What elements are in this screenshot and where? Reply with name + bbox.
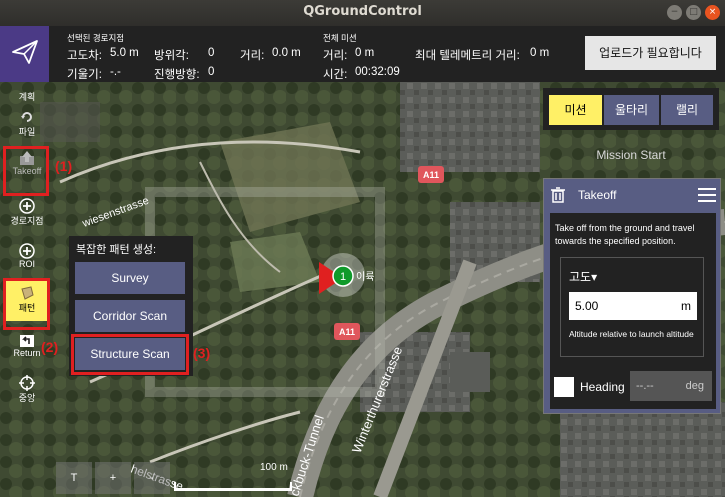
gradient-label: 기울기: [67,69,102,81]
plan-toolbar: 계획 파일 Takeoff 경로지점 ROI 패턴 Return 중앙 [0,82,56,427]
tool-roi-label: ROI [18,259,35,269]
top-toolbar: 선택된 경로지점 고도차: 5.0 m 기울기: -.- 방위각: 0 진행방향… [0,26,725,82]
heading-unit: deg [685,380,704,392]
tool-center-label: 중앙 [18,393,36,403]
map-scale-bar [174,482,292,491]
paper-plane-icon [12,40,38,64]
tool-return-label: Return [13,348,41,358]
close-icon[interactable]: × [705,5,720,20]
distance-label: 거리: [240,50,265,62]
qgc-logo-button[interactable] [0,26,49,82]
max-telemetry-label: 최대 텔레메트리 거리: [415,50,520,62]
altitude-diff-value: 5.0 m [110,47,139,59]
altitude-diff-label: 고도차: [67,50,102,62]
pattern-survey-button[interactable]: Survey [75,262,185,294]
heading-label: Heading [580,380,625,394]
road-badge-a11-top: A11 [418,166,444,183]
total-distance-value: 0 m [355,47,375,59]
road-badge-a11-bottom: A11 [334,323,360,340]
takeoff-description: Take off from the ground and travel towa… [555,223,695,246]
tool-file[interactable]: 파일 [4,109,50,138]
tool-roi[interactable]: ROI [4,243,50,269]
window-titlebar: QGroundControl − □ × [0,0,725,26]
annotation-label-pattern: (2) [41,339,59,355]
takeoff-editor-title: Takeoff [578,188,617,202]
mission-start-item[interactable]: Mission Start [543,148,719,162]
annotation-box-structure-scan [71,334,189,375]
sync-icon [21,112,32,122]
selected-waypoint-label: 선택된 경로지점 [67,33,125,43]
tool-center[interactable]: 중앙 [4,375,50,404]
zoom-in-button[interactable]: + [95,462,131,494]
heading-label: 진행방향: [154,69,200,81]
annotation-label-takeoff: (1) [55,158,73,174]
altitude-input[interactable]: 5.00 m [569,292,697,320]
tab-geofence[interactable]: 울타리 [604,95,659,125]
tab-rally[interactable]: 랠리 [661,95,713,125]
annotation-box-takeoff [3,146,49,196]
altitude-mode-dropdown[interactable]: 고도▾ [569,268,597,285]
marker-label: 이륙 [356,271,374,283]
heading-checkbox[interactable] [554,377,574,397]
map-type-button[interactable]: T [56,462,92,494]
tool-plan[interactable]: 계획 [4,90,50,103]
add-roi-icon [19,243,35,259]
tool-waypoint-label: 경로지점 [10,216,44,226]
heading-value: 0 [208,66,215,78]
total-mission-label: 전체 미션 [323,33,357,43]
maximize-icon[interactable]: □ [686,5,701,20]
takeoff-editor-body: Take off from the ground and travel towa… [550,213,716,409]
altitude-group: 고도▾ 5.00 m Altitude relative to launch a… [560,257,704,357]
altitude-unit: m [681,299,691,313]
altitude-mode-label: 고도 [569,270,592,284]
heading-value: --.-- [636,380,654,392]
trash-icon[interactable] [550,187,566,203]
annotation-label-structure: (3) [193,345,211,361]
minimize-icon[interactable]: − [667,5,682,20]
takeoff-editor-header: Takeoff [544,179,720,211]
gradient-value: -.- [110,66,121,78]
svg-text:A11: A11 [423,170,439,180]
altitude-value: 5.00 [575,299,599,313]
heading-input[interactable]: --.-- deg [630,371,712,401]
azimuth-label: 방위각: [154,50,189,62]
tool-file-label: 파일 [18,127,36,137]
upload-required-button[interactable]: 업로드가 필요합니다 [585,36,716,70]
annotation-box-pattern [3,278,50,330]
tool-plan-label: 계획 [18,92,36,102]
total-distance-label: 거리: [323,50,348,62]
tool-waypoint[interactable]: 경로지점 [4,198,50,227]
dropdown-caret-icon: ▾ [591,270,598,284]
time-label: 시간: [323,69,348,81]
window-title: QGroundControl [303,4,422,19]
pattern-corridor-scan-button[interactable]: Corridor Scan [75,300,185,332]
azimuth-value: 0 [208,47,215,59]
svg-text:A11: A11 [339,327,355,337]
tab-mission[interactable]: 미션 [549,95,602,125]
add-waypoint-icon [19,198,35,214]
return-icon [20,335,34,347]
time-value: 00:32:09 [355,66,400,78]
max-telemetry-value: 0 m [530,47,550,59]
center-target-icon [19,375,35,391]
hamburger-menu-icon[interactable] [698,188,716,202]
altitude-help-text: Altitude relative to launch altitude [569,329,694,339]
plan-type-tabs: 미션 울타리 랠리 [543,88,719,130]
pattern-popup-title: 복잡한 패턴 생성: [76,244,157,256]
map-scale-label: 100 m [260,462,288,473]
marker-number: 1 [340,271,346,283]
distance-value: 0.0 m [272,47,301,59]
zoom-out-button[interactable]: - [134,462,170,494]
takeoff-editor: Takeoff Take off from the ground and tra… [543,178,721,414]
